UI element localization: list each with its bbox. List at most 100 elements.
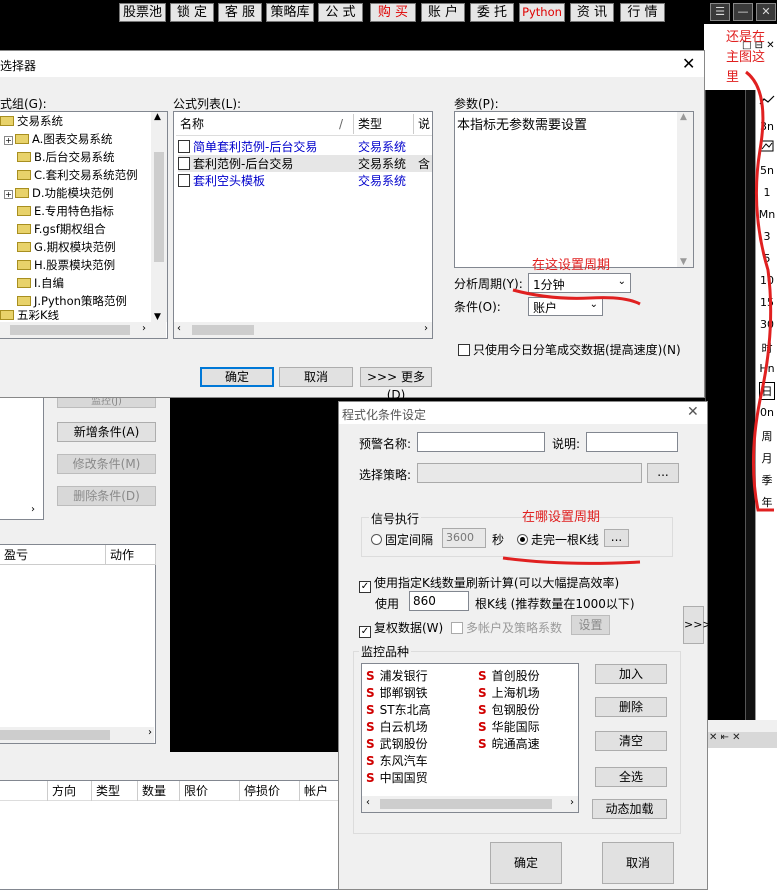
stock-item[interactable]: S ST东北高 bbox=[366, 701, 431, 718]
multi-account-checkbox[interactable]: 多帐户及策略系数 bbox=[451, 619, 562, 636]
col-quantity[interactable]: 数量 bbox=[138, 781, 180, 801]
close-icon[interactable]: ✕ bbox=[687, 404, 699, 420]
minimize-icon[interactable]: — bbox=[733, 3, 753, 21]
formula-group-tree[interactable]: 交易系统 + A.图表交易系统 B.后台交易系统 C.套利交易系统范例 + D.功能… bbox=[0, 111, 168, 339]
menu-icon[interactable]: ☰ bbox=[710, 3, 730, 21]
k-count-input[interactable]: 860 bbox=[409, 591, 469, 611]
formula-row[interactable]: 套利范例-后台交易 交易系统 含 bbox=[178, 155, 432, 172]
tree-item[interactable]: C.套利交易系统范例 bbox=[17, 166, 138, 184]
dynamic-load-button[interactable]: 动态加载 bbox=[592, 799, 667, 819]
today-only-checkbox[interactable]: 只使用今日分笔成交数据(提高速度)(N) bbox=[458, 341, 681, 358]
col-limit-price[interactable]: 限价 bbox=[180, 781, 240, 801]
tree-item[interactable]: F.gsf期权组合 bbox=[17, 220, 106, 238]
col-stop-price[interactable]: 停损价 bbox=[240, 781, 300, 801]
ok-button[interactable]: 确定 bbox=[200, 367, 274, 387]
stock-item[interactable]: S 邯郸钢铁 bbox=[366, 684, 428, 701]
tree-item[interactable]: 交易系统 bbox=[0, 112, 63, 130]
stock-item[interactable]: S 上海机场 bbox=[478, 684, 540, 701]
stock-item[interactable]: S 包钢股份 bbox=[478, 701, 540, 718]
col-type[interactable]: 类型 bbox=[354, 114, 414, 134]
col-action[interactable]: 动作 bbox=[106, 545, 156, 565]
buy-button[interactable]: 购 买 bbox=[370, 3, 416, 22]
formula-row[interactable]: 套利空头模板 交易系统 bbox=[178, 172, 432, 189]
more-button[interactable]: >>> 更多(D) bbox=[360, 367, 432, 402]
stock-h-scrollbar[interactable]: ‹ › bbox=[362, 796, 578, 812]
select-all-button[interactable]: 全选 bbox=[595, 767, 667, 787]
account-button[interactable]: 账 户 bbox=[421, 3, 465, 22]
tree-item[interactable]: + A.图表交易系统 bbox=[4, 130, 112, 148]
add-stock-button[interactable]: 加入 bbox=[595, 664, 667, 684]
col-pnl[interactable]: 盈亏 bbox=[0, 545, 106, 565]
bar-options-button[interactable]: ... bbox=[604, 529, 629, 547]
tree-item[interactable]: 五彩K线 bbox=[0, 310, 59, 320]
settings-button[interactable]: 设置 bbox=[571, 615, 610, 635]
edit-condition-button[interactable]: 修改条件(M) bbox=[57, 454, 156, 474]
cancel-button[interactable]: 取消 bbox=[602, 842, 674, 884]
stock-item[interactable]: S 武钢股份 bbox=[366, 735, 428, 752]
tree-v-scrollbar[interactable]: ▲ ▼ bbox=[151, 112, 167, 322]
tree-h-scrollbar[interactable]: › bbox=[0, 322, 166, 338]
bar-complete-radio[interactable]: 走完一根K线 bbox=[517, 531, 599, 548]
formula-button[interactable]: 公 式 bbox=[318, 3, 363, 22]
ok-button[interactable]: 确定 bbox=[490, 842, 562, 884]
tree-item[interactable]: E.专用特色指标 bbox=[17, 202, 114, 220]
warn-name-input[interactable] bbox=[417, 432, 545, 452]
cancel-button[interactable]: 取消 bbox=[279, 367, 353, 387]
python-button[interactable]: Python bbox=[519, 3, 565, 22]
service-button[interactable]: 客 服 bbox=[218, 3, 262, 22]
entrust-button[interactable]: 委 托 bbox=[470, 3, 514, 22]
tree-item[interactable]: + D.功能模块范例 bbox=[4, 184, 114, 202]
param-scrollbar[interactable]: ▲ ▼ bbox=[677, 112, 693, 267]
expand-icon[interactable]: + bbox=[4, 190, 13, 199]
add-condition-button[interactable]: 新增条件(A) bbox=[57, 422, 156, 442]
col-account[interactable]: 帐户 bbox=[300, 781, 340, 801]
stock-item[interactable]: S 中国国贸 bbox=[366, 769, 428, 786]
fixed-interval-radio[interactable]: 固定间隔 bbox=[371, 531, 433, 548]
param-box[interactable]: 本指标无参数需要设置 ▲ ▼ bbox=[454, 111, 694, 268]
expand-icon[interactable]: + bbox=[4, 136, 13, 145]
tree-item[interactable]: H.股票模块范例 bbox=[17, 256, 115, 274]
col-desc[interactable]: 说 bbox=[414, 114, 432, 134]
tab-strip bbox=[0, 752, 340, 780]
stock-item[interactable]: S 皖通高速 bbox=[478, 735, 540, 752]
delete-condition-button[interactable]: 删除条件(D) bbox=[57, 486, 156, 506]
restore-data-checkbox[interactable]: ✓ 复权数据(W) bbox=[359, 619, 443, 638]
param-text: 本指标无参数需要设置 bbox=[457, 118, 588, 133]
remove-stock-button[interactable]: 删除 bbox=[595, 697, 667, 717]
chart-h-scroll[interactable] bbox=[705, 720, 777, 732]
formula-row[interactable]: 简单套利范例-后台交易 交易系统 bbox=[178, 138, 432, 155]
stock-item[interactable]: S 华能国际 bbox=[478, 718, 540, 735]
stock-item[interactable]: S 首创股份 bbox=[478, 667, 540, 684]
condition-list[interactable] bbox=[0, 396, 44, 520]
lock-button[interactable]: 锁 定 bbox=[170, 3, 214, 22]
col-type[interactable]: 类型 bbox=[92, 781, 138, 801]
strategy-lib-button[interactable]: 策略库 bbox=[266, 3, 314, 22]
tree-item[interactable]: J.Python策略范例 bbox=[17, 292, 127, 310]
clear-stock-button[interactable]: 清空 bbox=[595, 731, 667, 751]
dock-controls[interactable]: ✕ ⇤ ✕ bbox=[705, 732, 777, 748]
close-icon[interactable]: ✕ bbox=[756, 3, 776, 21]
news-button[interactable]: 资 讯 bbox=[570, 3, 614, 22]
stock-list[interactable]: S 浦发银行 S 邯郸钢铁 S ST东北高 S 白云机场 S 武钢股份 S 东风汽车 S 中国… bbox=[361, 663, 579, 813]
browse-button[interactable]: ... bbox=[647, 463, 679, 483]
tree-item[interactable]: G.期权模块范例 bbox=[17, 238, 116, 256]
stock-item[interactable]: S 浦发银行 bbox=[366, 667, 428, 684]
close-icon[interactable]: ✕ bbox=[682, 54, 695, 73]
col-name[interactable]: 名称 / bbox=[176, 114, 354, 134]
scroll-right-icon[interactable]: › bbox=[148, 727, 152, 738]
stock-item[interactable]: S 东风汽车 bbox=[366, 752, 428, 769]
stock-item[interactable]: S 白云机场 bbox=[366, 718, 428, 735]
desc-input[interactable] bbox=[586, 432, 678, 452]
stock-pool-button[interactable]: 股票池 bbox=[119, 3, 166, 22]
fixed-interval-input[interactable]: 3600 bbox=[442, 528, 486, 548]
scroll-right-icon[interactable]: › bbox=[31, 504, 35, 515]
strategy-input[interactable] bbox=[417, 463, 642, 483]
tree-item[interactable]: I.自编 bbox=[17, 274, 64, 292]
expand-button[interactable]: >>> bbox=[683, 606, 712, 644]
list-h-scrollbar[interactable]: ‹ › bbox=[174, 322, 432, 338]
tree-item[interactable]: B.后台交易系统 bbox=[17, 148, 115, 166]
use-k-count-checkbox[interactable]: ✓ 使用指定K线数量刷新计算(可以大幅提高效率) bbox=[359, 574, 619, 593]
col-direction[interactable]: 方向 bbox=[48, 781, 92, 801]
market-button[interactable]: 行 情 bbox=[620, 3, 665, 22]
formula-list[interactable]: 名称 / 类型 说 简单套利范例-后台交易 交易系统 套利范例-后台交易 交易系统… bbox=[173, 111, 433, 339]
